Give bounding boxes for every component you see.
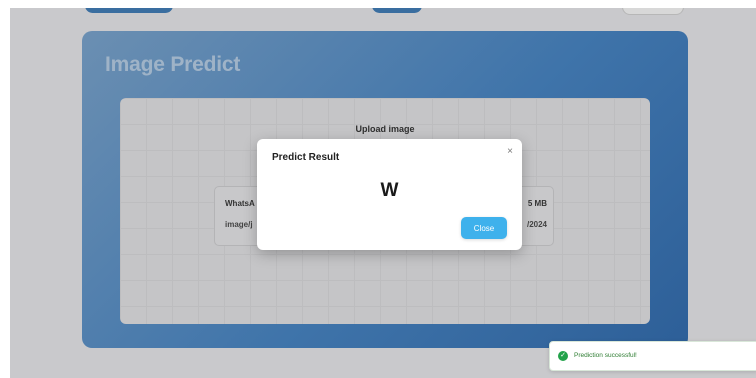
page-title: Image Predict xyxy=(105,53,241,76)
top-nav-button[interactable] xyxy=(85,8,173,13)
file-type: image/j xyxy=(225,220,253,229)
prediction-result: W xyxy=(380,180,399,201)
check-circle-icon: ✓ xyxy=(558,351,568,361)
file-name: WhatsA xyxy=(225,199,255,208)
upload-label: Upload image xyxy=(355,124,415,134)
predict-result-modal: Predict Result × W Close xyxy=(257,139,522,250)
close-button[interactable]: Close xyxy=(461,217,507,239)
top-nav-button[interactable] xyxy=(622,8,684,15)
modal-title: Predict Result xyxy=(272,152,340,163)
toast-message: Prediction successful! xyxy=(574,352,637,359)
file-size: 5 MB xyxy=(527,199,547,208)
file-date: /2024 xyxy=(526,220,547,229)
close-icon[interactable]: × xyxy=(507,146,513,157)
success-toast: ✓ Prediction successful! xyxy=(549,341,756,371)
app-viewport: Image Predict Upload image WhatsA image/… xyxy=(10,8,756,378)
top-nav-button[interactable] xyxy=(372,8,422,13)
